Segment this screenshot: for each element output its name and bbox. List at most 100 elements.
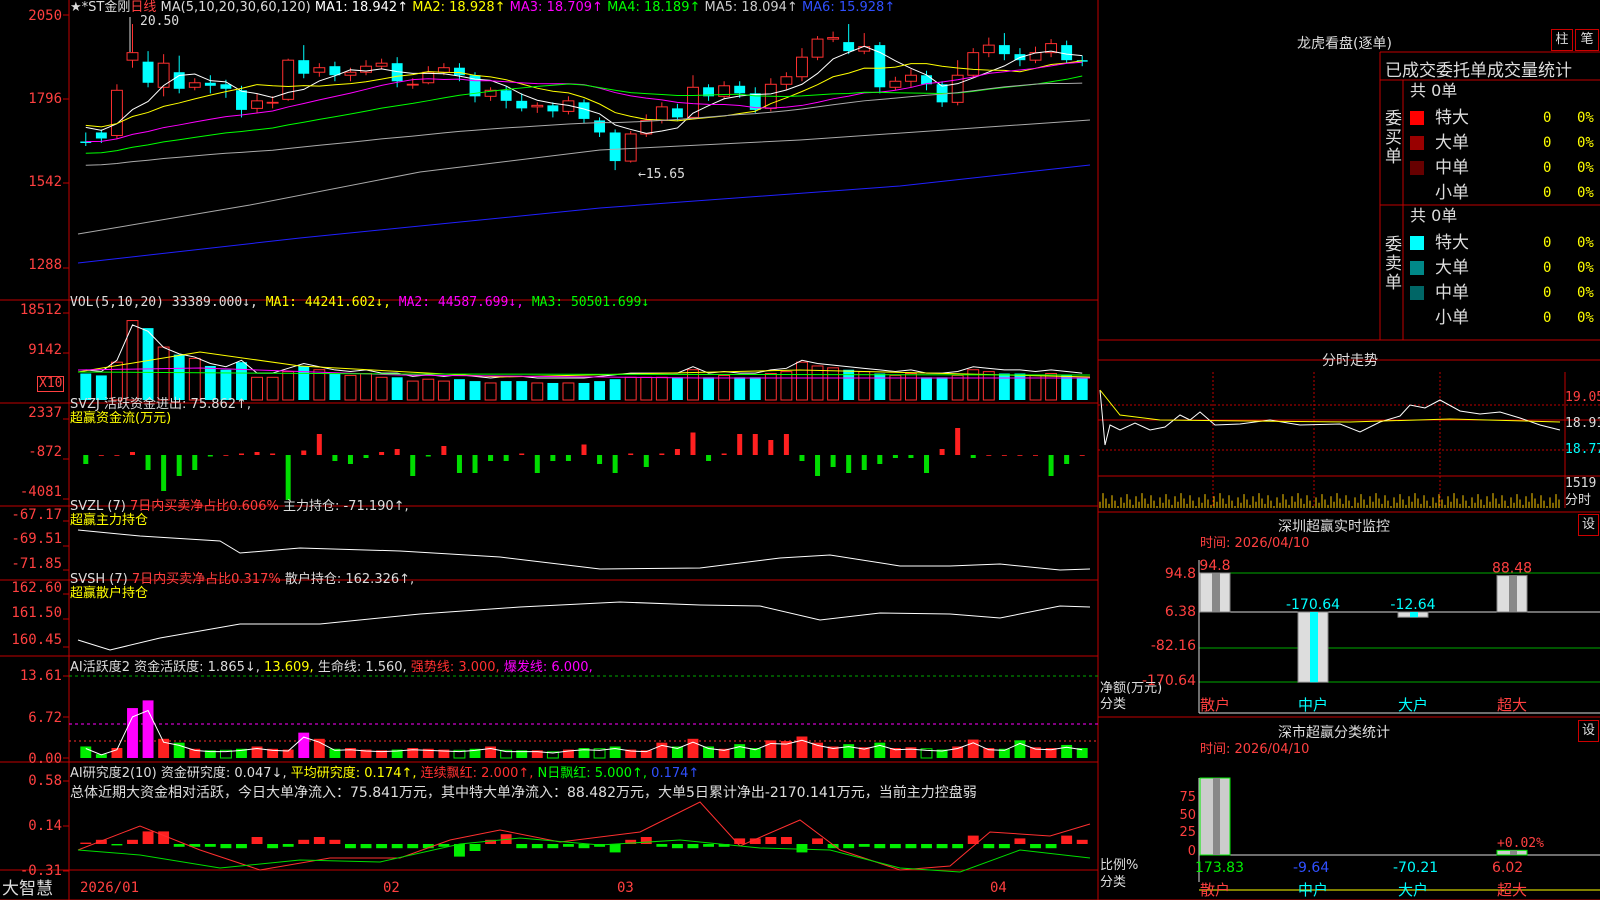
svzj-bar-out — [799, 455, 805, 461]
y-tick-main-2: 1542 — [28, 174, 62, 190]
svzj-bar-out — [176, 455, 182, 476]
svzj-bar-out — [830, 455, 836, 467]
candle-body-down — [236, 90, 247, 110]
volume-bar-up — [110, 361, 123, 401]
candle-body-down — [609, 132, 621, 162]
classify-settings-button[interactable]: 设 — [1578, 720, 1599, 742]
candle-body-down — [500, 90, 512, 101]
sell-rows-pct: 0% — [1577, 235, 1594, 251]
stats-title: 已成交委托单成交量统计 — [1385, 61, 1572, 81]
svzj-bar-in — [955, 428, 961, 455]
candle-body-down — [547, 105, 559, 112]
y-tick-main-3: 1288 — [28, 257, 62, 273]
volume-bar-up — [562, 382, 575, 401]
svzl-value: 主力持仓: -71.190↑, — [282, 499, 409, 514]
volume-bar-up — [640, 376, 653, 401]
vol-unit-badge: X10 — [37, 376, 65, 392]
intraday-tick-1: 18.91 — [1565, 416, 1600, 431]
classify-x-label: 分类 — [1100, 875, 1127, 890]
y-tick-ai-2: 0.00 — [28, 751, 62, 767]
research-bar-down — [1030, 844, 1041, 849]
candle-body-down — [998, 45, 1010, 55]
stock-name[interactable]: ★*ST金刚 — [70, 0, 130, 15]
volume-bar-up — [780, 371, 793, 401]
classify-category: 超大 — [1497, 881, 1527, 899]
svzj-bar-in — [519, 453, 525, 455]
research-bar-down — [267, 844, 279, 849]
classify-value-label: 173.83 — [1195, 860, 1244, 876]
volume-bar-up — [811, 365, 824, 401]
research-bar-down — [687, 844, 699, 849]
research-bar-down — [531, 844, 543, 849]
volume-bar-up — [905, 373, 917, 401]
pen-mode-button[interactable]: 笔 — [1575, 29, 1599, 51]
volume-bar-down — [874, 373, 886, 400]
x-tick-1: 02 — [383, 880, 400, 896]
volume-bar-down — [500, 381, 512, 400]
classify-bar-core — [1213, 778, 1220, 855]
volume-bar-down — [1061, 375, 1073, 400]
monitor-y-tick: 6.38 — [1165, 604, 1196, 620]
candle-body-up — [531, 104, 544, 108]
research-bar-down — [1045, 844, 1057, 849]
ai-active-label: AI活跃度2 — [70, 660, 130, 675]
sell-rows-value: 0 — [1543, 235, 1552, 251]
svzj-bar-in — [301, 450, 307, 455]
svzj-bar-out — [892, 455, 898, 458]
ma5-value: MA5: 18.094↑ — [704, 0, 798, 15]
buy-rows-pct: 0% — [1577, 110, 1594, 126]
y-tick-svsh-2: 160.45 — [11, 632, 62, 648]
chart-canvas[interactable]: 94.86.38-82.16-170.6494.8散户-170.64中户-12.… — [0, 0, 1600, 900]
candle-body-up — [905, 74, 917, 82]
volume-bar-down — [1076, 377, 1088, 400]
y-tick-vol-0: 18512 — [19, 302, 62, 318]
volume-bar-up — [889, 374, 902, 401]
svzj-bar-out — [612, 455, 618, 473]
research-bar-down — [111, 844, 123, 846]
classify-bar-core — [1510, 850, 1517, 855]
svzj-bar-out — [846, 455, 852, 473]
svzj-bar-out — [565, 455, 571, 461]
monitor-category: 散户 — [1200, 696, 1230, 714]
candle-body-up — [126, 52, 139, 61]
ai-research-v1: 资金研究度: 0.047↓, — [160, 766, 287, 781]
monitor-category: 大户 — [1398, 696, 1428, 714]
buy-rows-swatch — [1410, 136, 1424, 150]
volume-bar-up — [422, 378, 435, 401]
svzj-bar-out — [815, 455, 821, 476]
classify-category: 散户 — [1200, 881, 1230, 899]
period-label[interactable]: 日线 — [130, 0, 156, 15]
volume-bar-up — [282, 371, 295, 401]
ma2-value: MA2: 18.928↑ — [412, 0, 506, 15]
volume-bar-down — [516, 381, 528, 400]
candle-body-up — [188, 82, 201, 88]
volume-bar-down — [578, 382, 590, 400]
volume-bar-down — [703, 377, 715, 400]
volume-bar-down — [734, 377, 746, 400]
ai-research-v5: 0.174↑ — [651, 766, 700, 781]
candle-body-down — [204, 82, 216, 86]
intraday-vol-tick: 1519 — [1565, 476, 1597, 491]
monitor-settings-button[interactable]: 设 — [1578, 514, 1599, 536]
candle-body-up — [889, 80, 902, 88]
volume-bar-up — [188, 357, 201, 401]
lhb-title: 龙虎看盘(逐单) — [1297, 36, 1392, 52]
y-tick-svzl-1: -69.51 — [11, 531, 62, 547]
research-bar-up — [251, 837, 263, 844]
volume-bar-up — [718, 374, 731, 401]
research-bar-down — [578, 844, 590, 849]
volume-bar-up — [624, 376, 637, 401]
bar-mode-button[interactable]: 柱 — [1551, 29, 1573, 51]
classify-y-tick: 50 — [1179, 808, 1196, 823]
research-bar-up — [640, 837, 652, 844]
ma-label: MA(5,10,20,30,60,120) — [160, 0, 311, 15]
research-bar-up — [127, 839, 138, 844]
volume-bar-up — [406, 380, 419, 401]
svzj-bar-in — [1033, 455, 1039, 456]
research-bar-down — [407, 844, 419, 849]
volume-bar-up — [437, 380, 450, 401]
svzj-bar-out — [534, 455, 540, 473]
svzj-bar-in — [752, 434, 758, 455]
volume-bar-up — [344, 374, 357, 401]
svzj-bar-out — [145, 455, 151, 470]
